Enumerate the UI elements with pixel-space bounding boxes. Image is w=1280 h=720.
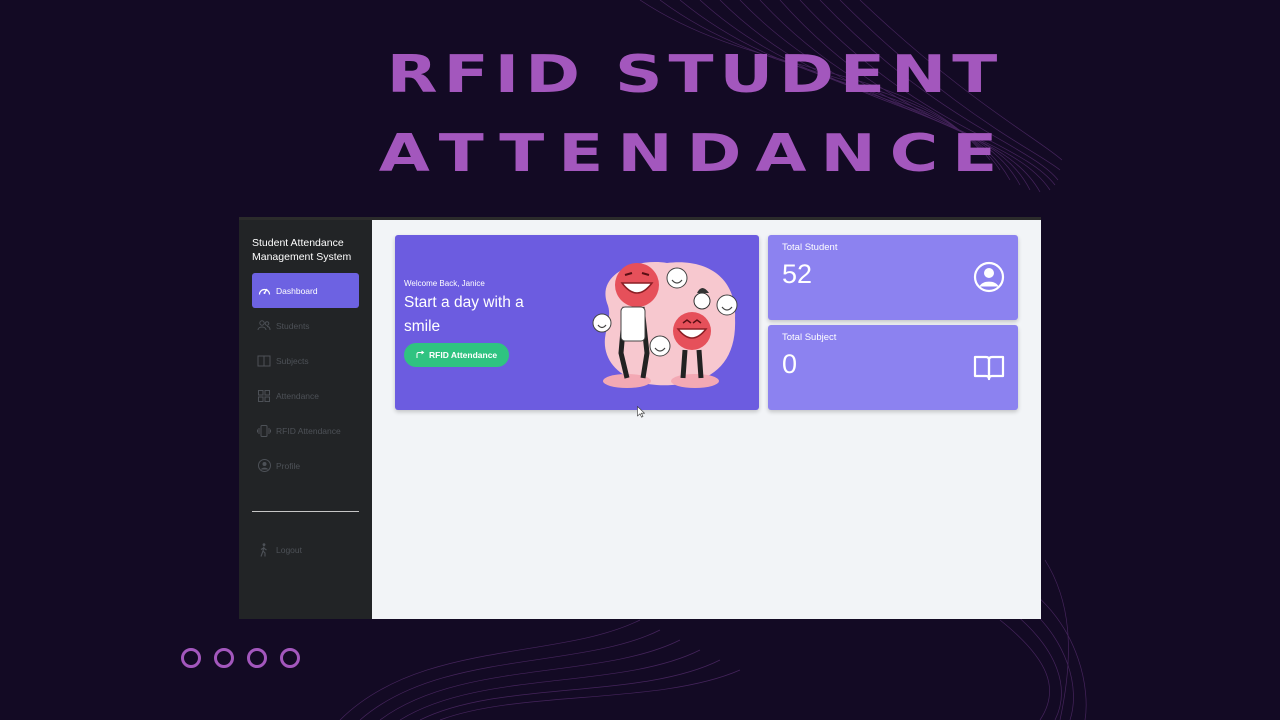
sidebar-item-profile[interactable]: Profile [252, 448, 359, 483]
dot-ring [280, 648, 300, 668]
sidebar-item-label: Attendance [276, 390, 320, 401]
smiling-people-illustration [592, 262, 738, 388]
logout-label: Logout [276, 545, 302, 555]
logout-button[interactable]: Logout [252, 536, 359, 564]
total-subject-card: Total Subject 0 [768, 325, 1018, 410]
users-icon [257, 319, 271, 333]
app-window: Student Attendance Management System Das… [239, 217, 1041, 619]
sidebar-item-dashboard[interactable]: Dashboard [252, 273, 359, 308]
grid-icon [257, 389, 271, 403]
main-content: Welcome Back, Janice Start a day with a … [372, 220, 1041, 619]
headline-line-1: RFID STUDENT [386, 44, 1004, 105]
user-circle-icon [257, 459, 271, 473]
welcome-headline: Start a day with a smile [404, 294, 524, 335]
sidebar-item-rfid-attendance[interactable]: RFID Attendance [252, 413, 359, 448]
sidebar-item-label: Dashboard [276, 285, 318, 296]
decorative-dots [181, 648, 300, 668]
arrow-share-icon [416, 350, 425, 360]
open-book-icon [973, 355, 1005, 381]
stat-label: Total Student [782, 242, 838, 253]
walking-person-icon [257, 543, 271, 557]
stat-value: 52 [782, 259, 813, 289]
sidebar-item-label: Profile [276, 460, 301, 471]
sidebar-item-label: RFID Attendance [276, 425, 341, 436]
book-icon [257, 354, 271, 368]
mouse-pointer-icon [637, 406, 645, 418]
rfid-attendance-button-label: RFID Attendance [429, 350, 498, 360]
total-student-card: Total Student 52 [768, 235, 1018, 320]
stat-value: 0 [782, 349, 798, 379]
sidebar-item-label: Students [276, 320, 310, 331]
sidebar: Student Attendance Management System Das… [239, 220, 372, 619]
dot-ring [214, 648, 234, 668]
sidebar-divider [252, 511, 359, 512]
app-brand: Student Attendance Management System [252, 237, 352, 263]
rfid-attendance-button[interactable]: RFID Attendance [404, 343, 510, 367]
user-circle-icon [973, 261, 1005, 293]
welcome-card: Welcome Back, Janice Start a day with a … [395, 235, 759, 410]
speedometer-icon [257, 284, 271, 298]
welcome-greeting: Welcome Back, Janice [404, 279, 485, 288]
dot-ring [247, 648, 267, 668]
dot-ring [181, 648, 201, 668]
phone-vibrate-icon [257, 424, 271, 438]
stat-label: Total Subject [782, 332, 837, 343]
sidebar-item-subjects[interactable]: Subjects [252, 343, 359, 378]
sidebar-item-label: Subjects [276, 355, 309, 366]
sidebar-item-attendance[interactable]: Attendance [252, 378, 359, 413]
headline-line-2: ATTENDANCE [378, 123, 1012, 184]
sidebar-item-students[interactable]: Students [252, 308, 359, 343]
